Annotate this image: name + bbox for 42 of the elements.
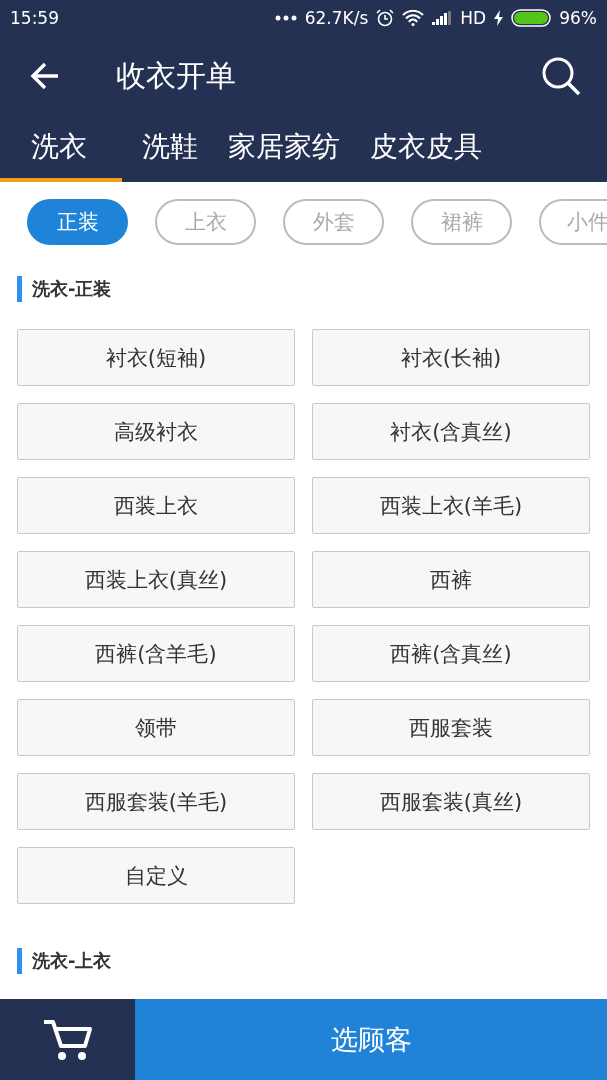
- more-icon: [274, 15, 297, 21]
- select-customer-button[interactable]: 选顾客: [135, 999, 607, 1080]
- garment-item[interactable]: 衬衣(含真丝): [312, 403, 590, 460]
- search-icon: [541, 56, 581, 96]
- garment-item[interactable]: 西裤(含真丝): [312, 625, 590, 682]
- garment-item[interactable]: 衬衣(长袖): [312, 329, 590, 386]
- clock-time: 15:59: [10, 8, 59, 28]
- wifi-icon: [402, 10, 425, 26]
- network-type: HD: [460, 8, 487, 28]
- alarm-icon: [376, 9, 395, 27]
- signal-icon: [432, 11, 453, 25]
- network-speed: 62.7K/s: [304, 8, 369, 28]
- section-title: 洗衣-上衣: [32, 949, 112, 973]
- garment-item[interactable]: 西服套装: [312, 699, 590, 756]
- cart-icon: [41, 1018, 94, 1061]
- garment-item[interactable]: 西装上衣(真丝): [17, 551, 295, 608]
- page-title: 收衣开单: [116, 56, 237, 95]
- garment-item[interactable]: 西裤(含羊毛): [17, 625, 295, 682]
- category-tab[interactable]: 皮衣皮具: [350, 116, 492, 182]
- section-marker: [17, 948, 22, 974]
- garment-item[interactable]: 西装上衣: [17, 477, 295, 534]
- battery-percent: 96%: [559, 8, 597, 28]
- search-button[interactable]: [541, 56, 581, 96]
- garment-item[interactable]: 西装上衣(羊毛): [312, 477, 590, 534]
- back-button[interactable]: [30, 62, 60, 90]
- garment-item[interactable]: 西服套装(羊毛): [17, 773, 295, 830]
- garment-item[interactable]: 西服套装(真丝): [312, 773, 590, 830]
- category-tab[interactable]: 洗衣: [0, 116, 122, 182]
- garment-item[interactable]: 衬衣(短袖): [17, 329, 295, 386]
- garment-item[interactable]: 领带: [17, 699, 295, 756]
- category-tab[interactable]: 洗鞋: [122, 116, 208, 182]
- section-title: 洗衣-正装: [32, 277, 112, 301]
- section-marker: [17, 276, 22, 302]
- category-tab[interactable]: 家居家纺: [208, 116, 350, 182]
- cart-button[interactable]: [0, 999, 135, 1080]
- battery-icon: [511, 9, 552, 27]
- garment-item[interactable]: 西裤: [312, 551, 590, 608]
- filter-chip[interactable]: 正装: [27, 199, 128, 245]
- back-arrow-icon: [30, 62, 60, 90]
- garment-item[interactable]: 高级衬衣: [17, 403, 295, 460]
- garment-item[interactable]: 自定义: [17, 847, 295, 904]
- charging-icon: [494, 10, 504, 26]
